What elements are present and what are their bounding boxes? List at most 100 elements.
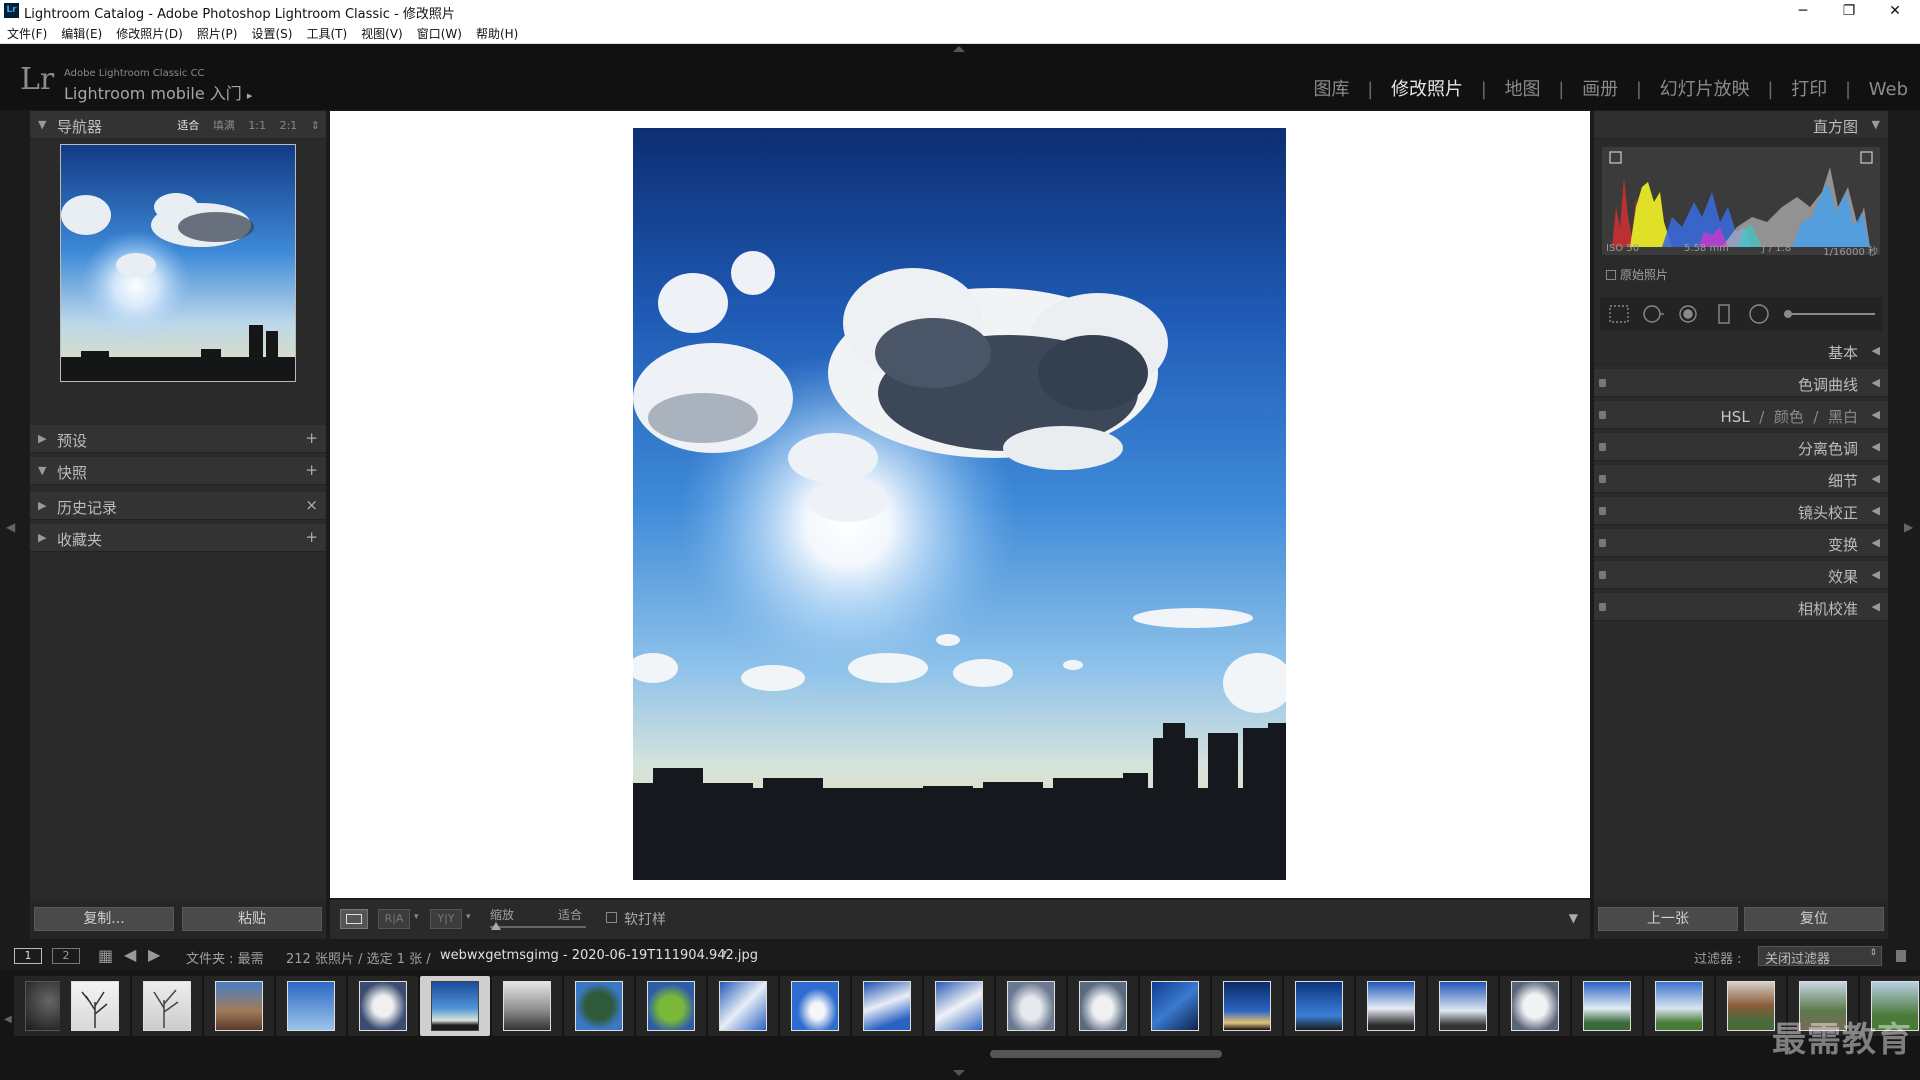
filmstrip-thumb[interactable] <box>1644 976 1714 1036</box>
menu-view[interactable]: 视图(V) <box>354 22 410 42</box>
filmstrip-thumb[interactable] <box>348 976 418 1036</box>
snapshots-header[interactable]: ▼ 快照 + <box>30 457 326 485</box>
filmstrip-thumb[interactable] <box>996 976 1066 1036</box>
nav-mode-stepper-icon[interactable]: ⇕ <box>311 119 320 132</box>
filmstrip-thumb[interactable] <box>1284 976 1354 1036</box>
panel-switch-icon[interactable] <box>1599 443 1606 451</box>
add-preset-icon[interactable]: + <box>305 429 318 447</box>
camera-calibration-header[interactable]: 相机校准 ◀ <box>1594 593 1888 621</box>
panel-switch-icon[interactable] <box>1599 603 1606 611</box>
module-map[interactable]: 地图 <box>1505 79 1541 100</box>
histogram-header[interactable]: 直方图 ▼ <box>1594 111 1888 139</box>
left-panel-toggle-icon[interactable]: ◀ <box>6 520 15 534</box>
menu-photo[interactable]: 照片(P) <box>190 22 245 42</box>
filename-dropdown-icon[interactable]: ▾ <box>722 948 727 959</box>
menu-window[interactable]: 窗口(W) <box>410 22 469 42</box>
nav-mode-2-1[interactable]: 2:1 <box>280 119 298 132</box>
effects-header[interactable]: 效果 ◀ <box>1594 561 1888 589</box>
nav-mode-1-1[interactable]: 1:1 <box>248 119 266 132</box>
split-toning-header[interactable]: 分离色调 ◀ <box>1594 433 1888 461</box>
lightroom-mobile-link[interactable]: Lightroom mobile 入门 ▸ <box>64 80 252 104</box>
filmstrip-thumb[interactable] <box>1572 976 1642 1036</box>
filter-select[interactable]: 关闭过滤器 ⇕ <box>1758 946 1882 967</box>
menu-file[interactable]: 文件(F) <box>0 22 54 42</box>
filmstrip-thumb[interactable] <box>1500 976 1570 1036</box>
menu-edit[interactable]: 编辑(E) <box>54 22 109 42</box>
module-web[interactable]: Web <box>1869 79 1908 100</box>
selected-filename[interactable]: webwxgetmsgimg - 2020-06-19T111904.942.j… <box>440 948 758 963</box>
filmstrip-thumb[interactable] <box>60 976 130 1036</box>
bw-tab[interactable]: 黑白 <box>1828 408 1858 426</box>
filmstrip-thumb[interactable] <box>1140 976 1210 1036</box>
paste-button[interactable]: 粘贴 <box>182 907 322 931</box>
before-after-lr-icon[interactable]: R|A <box>378 909 410 929</box>
detail-header[interactable]: 细节 ◀ <box>1594 465 1888 493</box>
tone-curve-header[interactable]: 色调曲线 ◀ <box>1594 369 1888 397</box>
forward-arrow-icon[interactable]: ▶ <box>148 945 160 964</box>
filmstrip-thumb[interactable] <box>132 976 202 1036</box>
filmstrip-thumb[interactable] <box>564 976 634 1036</box>
presets-header[interactable]: ▶ 预设 + <box>30 425 326 453</box>
filmstrip-thumb[interactable] <box>492 976 562 1036</box>
histogram[interactable] <box>1602 147 1880 255</box>
loupe-view[interactable] <box>330 111 1590 898</box>
filmstrip-thumb[interactable] <box>1356 976 1426 1036</box>
primary-window-button[interactable]: 1 <box>14 948 42 964</box>
clear-history-icon[interactable]: × <box>305 496 318 514</box>
lens-corrections-header[interactable]: 镜头校正 ◀ <box>1594 497 1888 525</box>
filmstrip-thumb[interactable] <box>1212 976 1282 1036</box>
hsl-tab[interactable]: HSL <box>1721 408 1750 426</box>
menu-help[interactable]: 帮助(H) <box>469 22 525 42</box>
collapse-top-icon[interactable] <box>953 46 965 52</box>
zoom-slider-thumb[interactable] <box>491 922 501 930</box>
filmstrip-thumb[interactable] <box>708 976 778 1036</box>
zoom-slider[interactable] <box>490 926 586 928</box>
navigator-preview[interactable] <box>60 144 296 382</box>
nav-mode-fill[interactable]: 填满 <box>213 119 235 132</box>
collapse-bottom-icon[interactable] <box>953 1070 965 1076</box>
filmstrip-thumb[interactable] <box>204 976 274 1036</box>
filmstrip-thumb[interactable] <box>924 976 994 1036</box>
grid-view-icon[interactable]: ▦ <box>98 946 113 965</box>
module-library[interactable]: 图库 <box>1313 79 1349 100</box>
filmstrip-scrollbar[interactable] <box>990 1050 1222 1058</box>
basic-panel-header[interactable]: 基本 ◀ <box>1594 337 1888 365</box>
hsl-header[interactable]: HSL / 颜色 / 黑白 ◀ <box>1594 401 1888 429</box>
module-print[interactable]: 打印 <box>1791 79 1827 100</box>
filmstrip-thumb[interactable] <box>780 976 850 1036</box>
menu-develop[interactable]: 修改照片(D) <box>109 22 190 42</box>
filter-lock-icon[interactable] <box>1896 950 1906 962</box>
back-arrow-icon[interactable]: ◀ <box>124 945 136 964</box>
add-collection-icon[interactable]: + <box>305 528 318 546</box>
module-book[interactable]: 画册 <box>1582 79 1618 100</box>
close-button[interactable]: ✕ <box>1872 0 1918 22</box>
original-photo-toggle[interactable]: 原始照片 <box>1606 266 1668 283</box>
panel-switch-icon[interactable] <box>1599 379 1606 387</box>
panel-switch-icon[interactable] <box>1599 507 1606 515</box>
filmstrip-thumb[interactable] <box>276 976 346 1036</box>
collections-header[interactable]: ▶ 收藏夹 + <box>30 524 326 552</box>
loupe-view-icon[interactable] <box>340 909 368 929</box>
add-snapshot-icon[interactable]: + <box>305 461 318 479</box>
filmstrip-thumb[interactable] <box>636 976 706 1036</box>
filmstrip-thumb[interactable] <box>1068 976 1138 1036</box>
checkbox[interactable] <box>1606 270 1616 280</box>
reset-button[interactable]: 复位 <box>1744 907 1884 931</box>
folder-label[interactable]: 文件夹 : 最需 <box>186 948 264 967</box>
module-develop[interactable]: 修改照片 <box>1391 79 1463 100</box>
filmstrip-thumb-selected[interactable] <box>420 976 490 1036</box>
filmstrip-thumb[interactable] <box>1428 976 1498 1036</box>
color-tab[interactable]: 颜色 <box>1774 408 1804 426</box>
panel-switch-icon[interactable] <box>1599 475 1606 483</box>
dropdown-arrow-icon[interactable]: ▾ <box>414 912 419 922</box>
panel-switch-icon[interactable] <box>1599 411 1606 419</box>
navigator-header[interactable]: ▼ 导航器 适合 填满 1:1 2:1 ⇕ <box>30 111 326 139</box>
copy-button[interactable]: 复制... <box>34 907 174 931</box>
menu-settings[interactable]: 设置(S) <box>244 22 299 42</box>
minimize-button[interactable]: ─ <box>1780 0 1826 22</box>
secondary-window-button[interactable]: 2 <box>52 948 80 964</box>
transform-header[interactable]: 变换 ◀ <box>1594 529 1888 557</box>
filmstrip-scroll-left-icon[interactable]: ◀ <box>4 1014 12 1025</box>
module-slideshow[interactable]: 幻灯片放映 <box>1660 79 1750 100</box>
softproof-checkbox[interactable] <box>606 912 617 923</box>
